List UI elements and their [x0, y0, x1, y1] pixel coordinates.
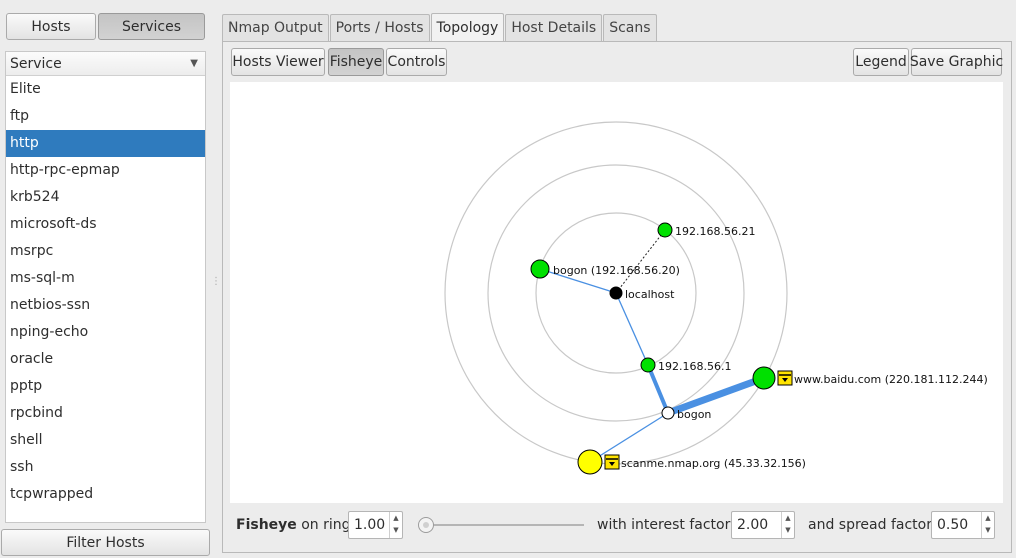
hosts-toggle-button[interactable]: Hosts — [6, 13, 96, 40]
controls-toggle-button[interactable]: Controls — [386, 48, 447, 76]
service-list-item[interactable]: shell — [6, 427, 205, 454]
host-node-circle[interactable] — [609, 286, 623, 300]
service-list-item[interactable]: http-rpc-epmap — [6, 157, 205, 184]
ring-spinbox[interactable]: 1.00 ▲ ▼ — [348, 511, 403, 539]
service-list-item[interactable]: netbios-ssn — [6, 292, 205, 319]
splitter-handle[interactable]: ⋮ — [211, 276, 221, 287]
host-node-circle[interactable] — [530, 259, 550, 279]
host-node-circle[interactable] — [661, 406, 675, 420]
tab-bar: Nmap Output Ports / Hosts Topology Host Det… — [222, 13, 658, 41]
spread-label: and spread factor — [808, 517, 932, 533]
interest-spinbox[interactable]: 2.00 ▲ ▼ — [731, 511, 795, 539]
tab-ports-hosts[interactable]: Ports / Hosts — [329, 14, 430, 41]
host-node-label: scanme.nmap.org (45.33.32.156) — [621, 457, 806, 470]
host-node-circle[interactable] — [577, 449, 603, 475]
host-node-circle[interactable] — [640, 357, 656, 373]
host-node[interactable]: 192.168.56.1 — [640, 357, 731, 373]
host-node-label: bogon (192.168.56.20) — [553, 264, 680, 277]
host-node[interactable]: scanme.nmap.org (45.33.32.156) — [577, 449, 806, 475]
service-list-item[interactable]: msrpc — [6, 238, 205, 265]
host-node[interactable]: www.baidu.com (220.181.112.244) — [752, 366, 988, 390]
service-column-label: Service — [10, 55, 62, 72]
firewall-icon — [777, 370, 793, 386]
host-node-label: bogon — [677, 408, 711, 421]
ring-value: 1.00 — [354, 517, 386, 533]
spin-arrows-icon[interactable]: ▲ ▼ — [781, 512, 794, 538]
interest-value: 2.00 — [737, 517, 769, 533]
service-list-item[interactable]: ssh — [6, 454, 205, 481]
service-list-item[interactable]: ms-sql-m — [6, 265, 205, 292]
legend-button[interactable]: Legend — [853, 48, 909, 76]
ring-slider-track[interactable] — [430, 524, 584, 526]
topology-graph[interactable]: localhost 192.168.56.21 bogon (192.168.56.… — [230, 82, 1003, 503]
sort-down-icon[interactable]: ▼ — [190, 58, 198, 69]
tab-nmap-output[interactable]: Nmap Output — [222, 14, 329, 41]
service-list[interactable]: Service ▼ Elite ftp http http-rpc-epmap krb5… — [5, 51, 206, 523]
on-ring-label: on ring — [301, 517, 351, 533]
host-node-circle[interactable] — [752, 366, 776, 390]
fisheye-label: Fisheye — [236, 517, 297, 533]
firewall-icon — [604, 454, 620, 470]
host-node-label: localhost — [625, 288, 675, 301]
host-node[interactable]: bogon (192.168.56.20) — [530, 259, 680, 279]
service-list-item[interactable]: microsoft-ds — [6, 211, 205, 238]
host-node[interactable]: localhost — [609, 286, 675, 301]
service-list-item[interactable]: rpcbind — [6, 400, 205, 427]
service-list-item[interactable]: http — [6, 130, 205, 157]
topology-canvas[interactable]: localhost 192.168.56.21 bogon (192.168.56.… — [230, 82, 1003, 503]
spin-arrows-icon[interactable]: ▲ ▼ — [389, 512, 402, 538]
topology-edge — [615, 292, 649, 366]
service-list-item[interactable]: pptp — [6, 373, 205, 400]
host-node-label: 192.168.56.1 — [658, 360, 731, 373]
ring-slider-handle[interactable] — [418, 517, 434, 533]
service-list-item[interactable]: oracle — [6, 346, 205, 373]
service-list-item[interactable]: ftp — [6, 103, 205, 130]
service-column-header[interactable]: Service ▼ — [6, 52, 205, 76]
services-toggle-button[interactable]: Services — [98, 13, 205, 40]
host-node-circle[interactable] — [657, 222, 673, 238]
interest-label: with interest factor — [597, 517, 731, 533]
host-node-label: www.baidu.com (220.181.112.244) — [794, 373, 988, 386]
fisheye-controls: Fisheye on ring 1.00 ▲ ▼ with interest fa… — [230, 509, 1003, 541]
tab-scans[interactable]: Scans — [603, 14, 657, 41]
spin-arrows-icon[interactable]: ▲ ▼ — [981, 512, 994, 538]
filter-hosts-button[interactable]: Filter Hosts — [1, 529, 210, 556]
hosts-viewer-button[interactable]: Hosts Viewer — [231, 48, 325, 76]
fisheye-toggle-button[interactable]: Fisheye — [328, 48, 384, 76]
service-list-item[interactable]: nping-echo — [6, 319, 205, 346]
host-node-label: 192.168.56.21 — [675, 225, 755, 238]
service-list-item[interactable]: tcpwrapped — [6, 481, 205, 508]
tab-host-details[interactable]: Host Details — [505, 14, 603, 41]
tab-topology[interactable]: Topology — [430, 13, 505, 41]
service-list-item[interactable]: Elite — [6, 76, 205, 103]
save-graphic-button[interactable]: Save Graphic — [910, 48, 1003, 76]
spread-spinbox[interactable]: 0.50 ▲ ▼ — [931, 511, 995, 539]
host-node[interactable]: bogon — [661, 406, 711, 421]
spread-value: 0.50 — [937, 517, 969, 533]
service-list-item[interactable]: krb524 — [6, 184, 205, 211]
topology-edge — [615, 229, 666, 294]
